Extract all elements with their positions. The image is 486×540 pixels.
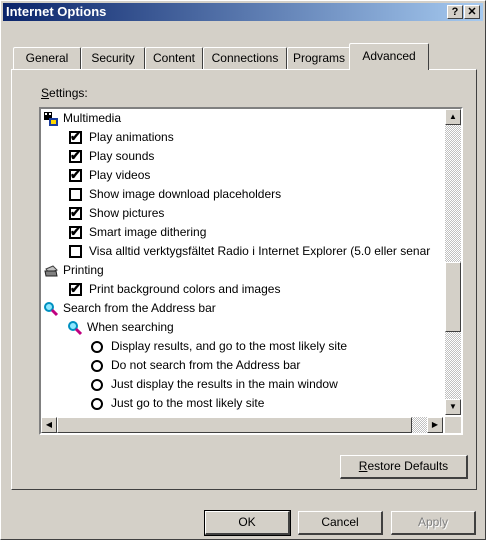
settings-checkbox-item[interactable]: ✔ Print background colors and images [41,280,443,299]
radio-button[interactable] [91,341,103,353]
settings-checkbox-item[interactable]: ✔ Show pictures [41,204,443,223]
checkbox[interactable]: ✔ [69,129,82,144]
settings-group: Printing [41,261,443,280]
close-button[interactable]: ✕ [464,5,480,19]
setting-label: Play animations [89,130,174,144]
setting-label: Play videos [89,168,151,182]
scrollbar-corner [445,417,461,433]
settings-subgroup: When searching [41,318,443,337]
settings-checkbox-item[interactable]: Show image download placeholders [41,185,443,204]
settings-radio-item[interactable]: Just display the results in the main win… [41,375,443,394]
help-button[interactable]: ? [447,5,463,19]
setting-label: Printing [63,263,104,277]
apply-button[interactable]: Apply [391,511,476,535]
horizontal-scroll-thumb[interactable] [57,417,412,433]
setting-label: Smart image dithering [89,225,207,239]
settings-tree[interactable]: Multimedia ✔ Play animations ✔ Play sounds ✔ P… [39,107,463,435]
tab-programs[interactable]: Programs [287,47,351,69]
radio-button[interactable] [91,398,103,410]
horizontal-scrollbar[interactable]: ◀ ▶ [41,417,443,433]
setting-label: Visa alltid verktygsfältet Radio i Inter… [89,244,431,258]
scroll-up-button[interactable]: ▲ [445,109,461,125]
checkbox[interactable]: ✔ [69,281,82,296]
settings-checkbox-item[interactable]: ✔ Play sounds [41,147,443,166]
setting-label: Search from the Address bar [63,301,216,315]
checkbox[interactable] [69,245,82,258]
setting-label: Show pictures [89,206,165,220]
checkmark-icon: ✔ [70,148,81,163]
settings-label: Settings: [41,86,88,100]
settings-checkbox-item[interactable]: ✔ Smart image dithering [41,223,443,242]
setting-label: Play sounds [89,149,155,163]
settings-checkbox-item[interactable]: ✔ Play animations [41,128,443,147]
scroll-left-button[interactable]: ◀ [41,417,57,433]
radio-button[interactable] [91,360,103,372]
checkbox[interactable] [69,188,82,201]
tab-security[interactable]: Security [81,47,145,69]
internet-options-dialog: Internet Options ? ✕ General Security Co… [0,0,486,540]
cancel-button[interactable]: Cancel [298,511,383,535]
checkbox[interactable]: ✔ [69,205,82,220]
setting-label: Print background colors and images [89,282,281,296]
radio-button[interactable] [91,379,103,391]
setting-label: Just display the results in the main win… [111,377,338,391]
tab-connections[interactable]: Connections [203,47,287,69]
settings-radio-item[interactable]: Display results, and go to the most like… [41,337,443,356]
scroll-down-button[interactable]: ▼ [445,399,461,415]
settings-radio-item[interactable]: Just go to the most likely site [41,394,443,413]
magnifier-icon [43,301,59,317]
tab-content[interactable]: Content [145,47,203,69]
settings-checkbox-item[interactable]: ✔ Play videos [41,166,443,185]
tab-general[interactable]: General [13,47,81,69]
checkmark-icon: ✔ [70,224,81,239]
settings-items: Multimedia ✔ Play animations ✔ Play sounds ✔ P… [41,109,443,415]
setting-label: Just go to the most likely site [111,396,265,410]
settings-group: Multimedia [41,109,443,128]
setting-label: Multimedia [63,111,122,125]
checkbox[interactable]: ✔ [69,167,82,182]
settings-radio-item[interactable]: Do not search from the Address bar [41,356,443,375]
settings-checkbox-item[interactable]: Visa alltid verktygsfältet Radio i Inter… [41,242,443,261]
scroll-right-button[interactable]: ▶ [427,417,443,433]
multimedia-icon [43,111,59,127]
checkmark-icon: ✔ [70,205,81,220]
setting-label: Do not search from the Address bar [111,358,301,372]
setting-label: Show image download placeholders [89,187,282,201]
checkbox[interactable]: ✔ [69,148,82,163]
window-title: Internet Options [6,4,107,19]
title-bar[interactable]: Internet Options ? ✕ [3,3,483,21]
setting-label: When searching [87,320,174,334]
settings-group: Search from the Address bar [41,299,443,318]
checkmark-icon: ✔ [70,167,81,182]
checkmark-icon: ✔ [70,281,81,296]
ok-button[interactable]: OK [204,510,291,536]
printer-icon [43,263,59,279]
setting-label: Display results, and go to the most like… [111,339,348,353]
restore-defaults-button[interactable]: Restore Defaults [340,455,468,479]
checkbox[interactable]: ✔ [69,224,82,239]
checkmark-icon: ✔ [70,129,81,144]
tab-advanced[interactable]: Advanced [349,43,429,70]
vertical-scrollbar[interactable]: ▲ ▼ [445,109,461,415]
magnifier-icon [67,320,83,336]
vertical-scroll-thumb[interactable] [445,262,461,332]
